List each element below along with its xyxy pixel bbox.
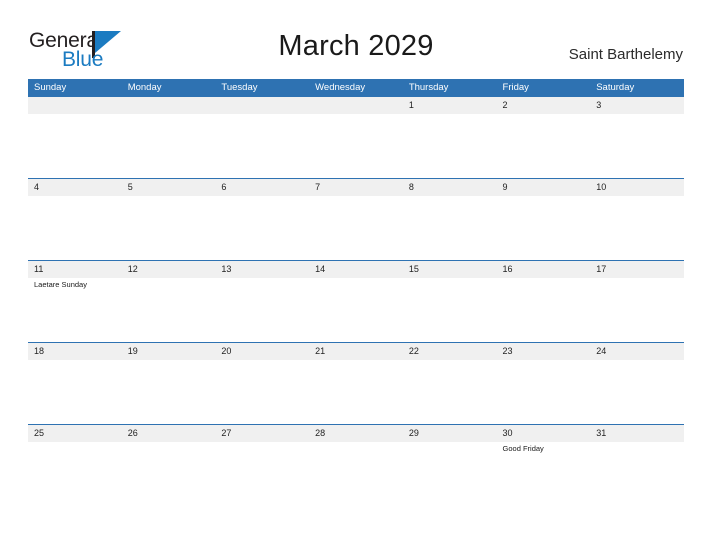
week-date-band: 11 12 13 14 15 16 17 <box>28 260 684 278</box>
date-number[interactable]: 2 <box>497 97 591 114</box>
date-number[interactable]: 24 <box>590 343 684 360</box>
calendar-week-row: 11 12 13 14 15 16 17 Laetare Sunday <box>28 260 684 342</box>
location-label: Saint Barthelemy <box>568 46 683 63</box>
day-cell[interactable]: Laetare Sunday <box>28 278 122 342</box>
date-number[interactable]: 21 <box>309 343 403 360</box>
date-number[interactable]: 7 <box>309 179 403 196</box>
day-cell[interactable] <box>403 442 497 506</box>
date-number[interactable]: 31 <box>590 425 684 442</box>
date-number[interactable]: 17 <box>590 261 684 278</box>
date-number[interactable]: 16 <box>497 261 591 278</box>
week-date-band: 4 5 6 7 8 9 10 <box>28 178 684 196</box>
week-event-band: Good Friday <box>28 442 684 506</box>
day-cell[interactable] <box>215 360 309 424</box>
weekday-header-wednesday: Wednesday <box>315 82 366 93</box>
date-number[interactable]: 22 <box>403 343 497 360</box>
date-number[interactable]: 20 <box>215 343 309 360</box>
week-event-band <box>28 114 684 178</box>
date-number[interactable] <box>215 97 309 114</box>
day-cell[interactable] <box>403 114 497 178</box>
date-number[interactable]: 19 <box>122 343 216 360</box>
date-number[interactable] <box>309 97 403 114</box>
date-number[interactable]: 10 <box>590 179 684 196</box>
week-date-band: 1 2 3 <box>28 96 684 114</box>
day-cell[interactable]: Good Friday <box>497 442 591 506</box>
weekday-header-sunday: Sunday <box>34 82 67 93</box>
date-number[interactable]: 12 <box>122 261 216 278</box>
week-date-band: 18 19 20 21 22 23 24 <box>28 342 684 360</box>
day-cell[interactable] <box>122 442 216 506</box>
calendar-page: General Blue March 2029 Saint Barthelemy… <box>0 0 712 550</box>
day-cell[interactable] <box>215 442 309 506</box>
weekday-header-tuesday: Tuesday <box>221 82 258 93</box>
day-cell[interactable] <box>403 278 497 342</box>
day-cell[interactable] <box>497 360 591 424</box>
date-number[interactable]: 29 <box>403 425 497 442</box>
day-cell[interactable] <box>497 196 591 260</box>
calendar-week-row: 25 26 27 28 29 30 31 Good Friday <box>28 424 684 506</box>
weekday-header-friday: Friday <box>502 82 529 93</box>
day-cell[interactable] <box>122 114 216 178</box>
day-cell[interactable] <box>590 114 684 178</box>
date-number[interactable]: 28 <box>309 425 403 442</box>
day-cell[interactable] <box>590 278 684 342</box>
day-cell[interactable] <box>309 196 403 260</box>
calendar-week-row: 4 5 6 7 8 9 10 <box>28 178 684 260</box>
date-number[interactable]: 18 <box>28 343 122 360</box>
day-cell[interactable] <box>590 360 684 424</box>
date-number[interactable]: 25 <box>28 425 122 442</box>
calendar-grid: Sunday Monday Tuesday Wednesday Thursday… <box>28 79 684 506</box>
day-cell[interactable] <box>309 360 403 424</box>
date-number[interactable]: 1 <box>403 97 497 114</box>
date-number[interactable]: 26 <box>122 425 216 442</box>
day-cell[interactable] <box>309 114 403 178</box>
day-cell[interactable] <box>215 196 309 260</box>
day-cell[interactable] <box>215 114 309 178</box>
calendar-week-row: 18 19 20 21 22 23 24 <box>28 342 684 424</box>
date-number[interactable]: 11 <box>28 261 122 278</box>
calendar-week-row: 1 2 3 <box>28 96 684 178</box>
day-cell[interactable] <box>215 278 309 342</box>
date-number[interactable] <box>28 97 122 114</box>
day-cell[interactable] <box>497 278 591 342</box>
event-label: Good Friday <box>502 444 544 453</box>
day-cell[interactable] <box>403 196 497 260</box>
date-number[interactable]: 9 <box>497 179 591 196</box>
day-cell[interactable] <box>309 278 403 342</box>
date-number[interactable]: 3 <box>590 97 684 114</box>
date-number[interactable]: 15 <box>403 261 497 278</box>
week-event-band <box>28 360 684 424</box>
date-number[interactable]: 30 <box>497 425 591 442</box>
day-cell[interactable] <box>497 114 591 178</box>
day-cell[interactable] <box>122 196 216 260</box>
day-cell[interactable] <box>590 442 684 506</box>
day-cell[interactable] <box>403 360 497 424</box>
day-cell[interactable] <box>309 442 403 506</box>
weekday-header-monday: Monday <box>127 82 162 93</box>
week-event-band: Laetare Sunday <box>28 278 684 342</box>
date-number[interactable]: 6 <box>215 179 309 196</box>
day-cell[interactable] <box>590 196 684 260</box>
day-cell[interactable] <box>28 442 122 506</box>
date-number[interactable]: 14 <box>309 261 403 278</box>
week-date-band: 25 26 27 28 29 30 31 <box>28 424 684 442</box>
day-cell[interactable] <box>28 360 122 424</box>
day-cell[interactable] <box>122 360 216 424</box>
week-event-band <box>28 196 684 260</box>
date-number[interactable] <box>122 97 216 114</box>
date-number[interactable]: 8 <box>403 179 497 196</box>
weekday-header-saturday: Saturday <box>596 82 635 93</box>
date-number[interactable]: 13 <box>215 261 309 278</box>
day-cell[interactable] <box>28 196 122 260</box>
page-header: General Blue March 2029 Saint Barthelemy <box>0 0 712 78</box>
event-label: Laetare Sunday <box>34 280 87 289</box>
date-number[interactable]: 27 <box>215 425 309 442</box>
date-number[interactable]: 23 <box>497 343 591 360</box>
weekday-header-row: Sunday Monday Tuesday Wednesday Thursday… <box>28 79 684 96</box>
date-number[interactable]: 5 <box>122 179 216 196</box>
day-cell[interactable] <box>28 114 122 178</box>
weekday-header-thursday: Thursday <box>408 82 449 93</box>
date-number[interactable]: 4 <box>28 179 122 196</box>
day-cell[interactable] <box>122 278 216 342</box>
